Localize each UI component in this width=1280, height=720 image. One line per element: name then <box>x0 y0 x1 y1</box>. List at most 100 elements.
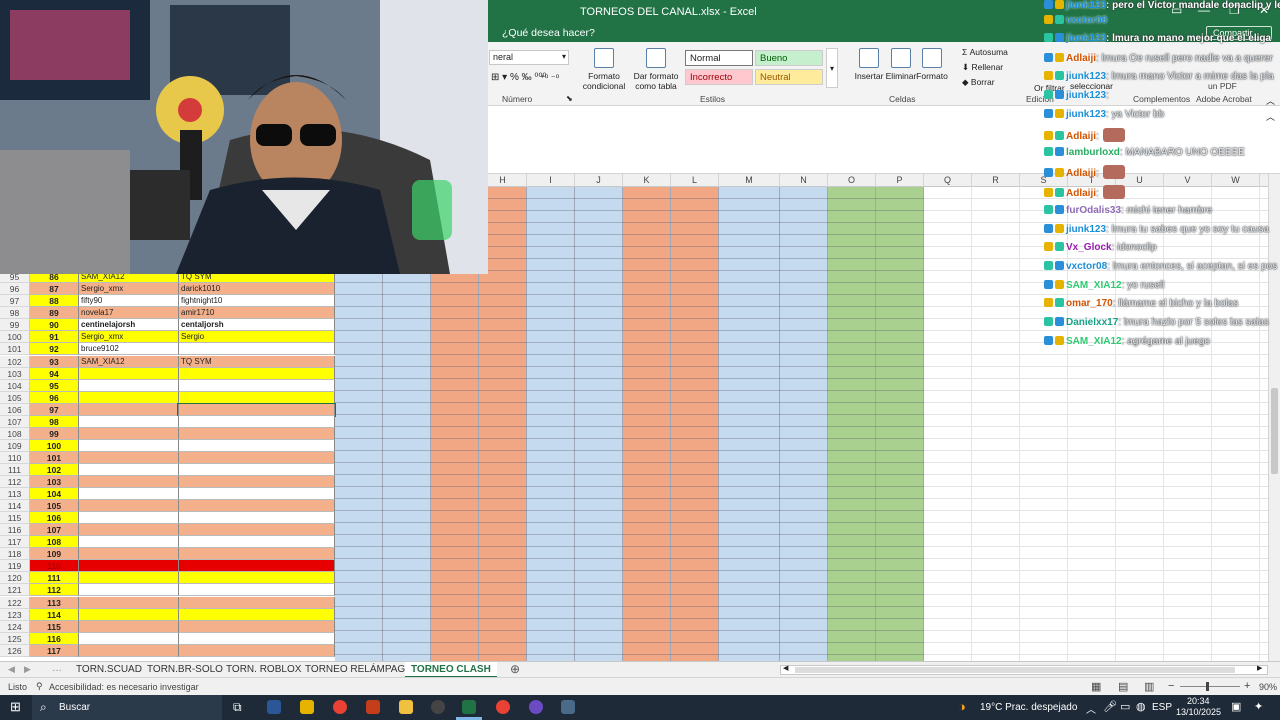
cell-player[interactable] <box>78 621 178 633</box>
copilot-icon[interactable]: ✦ <box>1254 700 1263 713</box>
column-header[interactable]: J <box>575 174 623 187</box>
autosum-button[interactable]: Σ Autosuma <box>962 47 1008 57</box>
cell-id[interactable] <box>178 428 335 440</box>
windows-start-icon[interactable]: ⊞ <box>10 699 21 715</box>
cell-player[interactable] <box>78 440 178 452</box>
create-pdf-button[interactable]: un PDF <box>1208 81 1237 91</box>
column-header[interactable]: L <box>671 174 719 187</box>
language-indicator[interactable]: ESP <box>1152 702 1172 713</box>
row-number[interactable]: 126 <box>0 645 30 657</box>
cell-number[interactable]: 111 <box>30 572 78 584</box>
row-number[interactable]: 105 <box>0 392 30 404</box>
cell-number[interactable]: 117 <box>30 645 78 657</box>
zoom-out-icon[interactable]: − <box>1168 680 1174 692</box>
page-break-icon[interactable]: ▥ <box>1144 680 1154 693</box>
tell-me-input[interactable]: ¿Qué desea hacer? <box>502 27 595 39</box>
cell-number[interactable]: 112 <box>30 584 78 596</box>
decimal-icons[interactable]: ⁺⁰ ⁻⁰ <box>540 73 559 84</box>
cell-player[interactable] <box>78 488 178 500</box>
cell-number[interactable]: 109 <box>30 548 78 560</box>
column-header[interactable]: W <box>1212 174 1260 187</box>
row-number[interactable]: 111 <box>0 464 30 476</box>
more-tabs-icon[interactable]: … <box>52 663 62 674</box>
hscroll-thumb[interactable] <box>795 667 1235 673</box>
cell-id[interactable] <box>178 500 335 512</box>
row-number[interactable]: 110 <box>0 452 30 464</box>
chrome-icon[interactable] <box>333 700 347 714</box>
expand-formula-icon[interactable]: ︿ <box>1266 110 1275 123</box>
cell-id[interactable] <box>177 403 336 417</box>
accessibility-status[interactable]: Accesibilidad: es necesario investigar <box>49 682 199 692</box>
cell-player[interactable]: fifty90 <box>78 295 178 307</box>
normal-view-icon[interactable]: ▦ <box>1091 680 1101 693</box>
cell-id[interactable] <box>178 524 335 536</box>
cell-player[interactable] <box>78 609 178 621</box>
app-icon[interactable] <box>529 700 543 714</box>
cell-number[interactable]: 98 <box>30 416 78 428</box>
scroll-right-icon[interactable]: ▶ <box>1257 664 1262 672</box>
cell-id[interactable] <box>178 584 335 596</box>
scroll-thumb[interactable] <box>1271 388 1278 474</box>
word-icon[interactable] <box>267 700 281 714</box>
row-number[interactable]: 103 <box>0 368 30 380</box>
cell-player[interactable] <box>78 512 178 524</box>
cell-number[interactable]: 87 <box>30 283 78 295</box>
cell-id[interactable] <box>178 416 335 428</box>
row-number[interactable]: 117 <box>0 536 30 548</box>
sheet-tab[interactable]: TORN.BR-SOLO <box>141 662 229 678</box>
row-number[interactable]: 104 <box>0 380 30 392</box>
cell-id[interactable] <box>178 621 335 633</box>
clear-button[interactable]: ◆ Borrar <box>962 77 995 88</box>
cell-number[interactable]: 110 <box>30 560 78 572</box>
excel-icon[interactable] <box>462 700 476 714</box>
column-header[interactable]: I <box>527 174 575 187</box>
row-number[interactable]: 115 <box>0 512 30 524</box>
sheet-tab[interactable]: TORN.SCUAD <box>70 662 148 678</box>
style-bueno[interactable]: Bueno <box>755 50 823 66</box>
cell-number[interactable]: 115 <box>30 621 78 633</box>
cell-id[interactable] <box>178 392 335 404</box>
column-header[interactable]: M <box>719 174 780 187</box>
row-number[interactable]: 97 <box>0 295 30 307</box>
cell-number[interactable]: 100 <box>30 440 78 452</box>
row-number[interactable]: 100 <box>0 331 30 343</box>
row-number[interactable]: 119 <box>0 560 30 572</box>
column-header[interactable]: N <box>780 174 828 187</box>
cell-id[interactable] <box>178 476 335 488</box>
style-neutral[interactable]: Neutral <box>755 69 823 85</box>
cell-id[interactable]: amir1710 <box>178 307 335 319</box>
row-number[interactable]: 122 <box>0 597 30 609</box>
cell-id[interactable] <box>178 343 335 355</box>
sheet-tab[interactable]: TORNEO CLASH <box>405 662 497 678</box>
cell-number[interactable]: 88 <box>30 295 78 307</box>
cell-player[interactable]: Sergio_xmx <box>78 331 178 343</box>
taskbar-search[interactable]: ⌕ Buscar <box>32 695 222 720</box>
column-header[interactable]: P <box>876 174 924 187</box>
cell-number[interactable]: 96 <box>30 392 78 404</box>
column-header[interactable]: Q <box>924 174 972 187</box>
sheet-tab[interactable]: TORNEO RELÁMPAGO <box>299 662 419 678</box>
sheet-tab[interactable]: TORN. ROBLOX <box>220 662 307 678</box>
cell-number[interactable]: 91 <box>30 331 78 343</box>
app2-icon[interactable] <box>561 700 575 714</box>
cell-player[interactable] <box>78 536 178 548</box>
cell-player[interactable]: bruce9102 <box>78 343 178 355</box>
chevron-down-icon[interactable]: ▾ <box>562 52 566 61</box>
cell-player[interactable] <box>78 597 178 609</box>
add-sheet-icon[interactable]: ⊕ <box>510 662 520 676</box>
task-view-icon[interactable]: ⧉ <box>233 700 242 715</box>
addins-button[interactable]: Complementos <box>1133 94 1190 104</box>
cell-id[interactable] <box>178 464 335 476</box>
table-format-button[interactable]: Dar formato como tabla <box>630 48 682 91</box>
row-number[interactable]: 101 <box>0 343 30 355</box>
zoom-level[interactable]: 90% <box>1259 682 1277 692</box>
cell-player[interactable] <box>78 404 178 416</box>
cell-id[interactable] <box>178 488 335 500</box>
cell-player[interactable] <box>78 416 178 428</box>
cell-number[interactable]: 107 <box>30 524 78 536</box>
cell-number[interactable]: 92 <box>30 343 78 355</box>
notification-icon[interactable]: ▣ <box>1231 700 1241 713</box>
tab-next-icon[interactable]: ▶ <box>24 664 31 675</box>
cell-number[interactable]: 106 <box>30 512 78 524</box>
row-number[interactable]: 102 <box>0 356 30 368</box>
